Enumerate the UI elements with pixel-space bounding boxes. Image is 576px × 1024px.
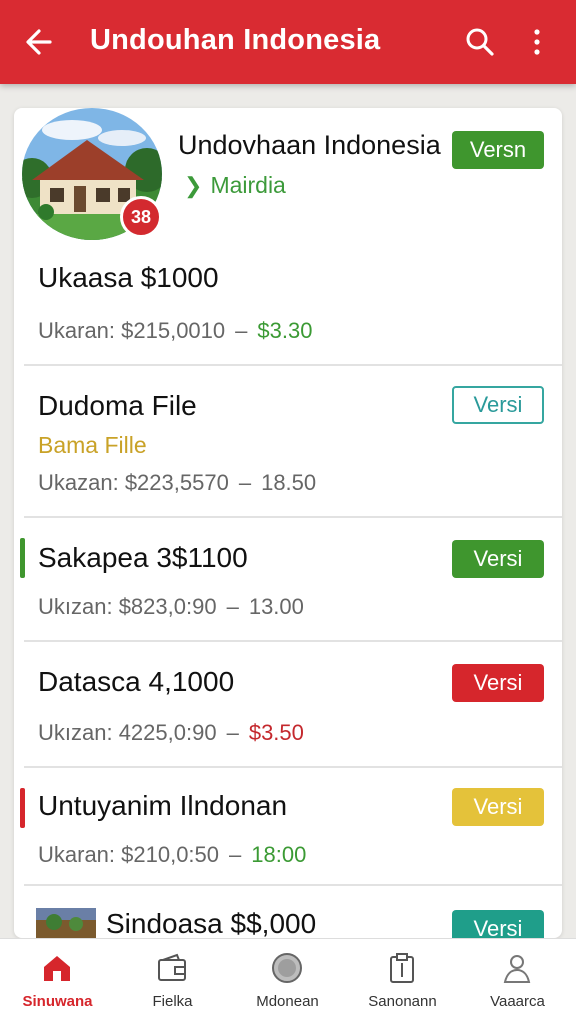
version-button[interactable]: Versi [452,788,544,826]
item-title: Dudoma File [38,390,197,421]
nav-label: Mdonean [256,993,319,1010]
notification-badge: 38 [120,196,162,238]
clipboard-icon [390,953,414,983]
item-subtitle: Bama Fille [38,432,147,458]
item-meta: Ukazan: $223,5570–18.50 [38,470,317,495]
divider [24,516,562,518]
search-icon[interactable] [460,22,500,62]
divider [24,364,562,366]
nav-item-profile[interactable]: Vaaarca [460,939,575,1024]
status-accent [20,788,25,828]
header-title: Undovhaan Indonesia [178,130,441,160]
coin-icon [272,953,302,983]
item-amount: 18:00 [251,842,307,867]
item-title: Ukaasa $1000 [38,262,219,293]
app-header: 38 Undovhaan Indonesia ❯ Mairdia Versn [14,108,562,248]
item-title: Datasca 4,1000 [38,666,235,697]
item-title: Sakapea 3$1100 [38,542,248,573]
item-meta: Ukaran: $210,0:50–18:00 [38,842,307,867]
divider [24,884,562,886]
version-button[interactable]: Versi [452,664,544,702]
item-amount: $3.30 [257,318,313,343]
nav-label: Sinuwana [22,993,93,1010]
home-icon [44,956,70,981]
content-card: 38 Undovhaan Indonesia ❯ Mairdia Versn Uk… [14,108,562,938]
nav-label: Vaaarca [490,993,545,1010]
nav-label: Fielka [152,993,193,1010]
item-meta: Ukızan: 4225,0:90– $3.50 [38,720,304,745]
status-accent [20,538,25,578]
nav-item-wallet[interactable]: Fielka [115,939,230,1024]
nav-item-home[interactable]: Sinuwana [0,939,115,1024]
item-title: Untuyanim Ilndonan [38,790,288,821]
item-amount: 13.00 [248,594,304,619]
version-button[interactable]: Versi [452,540,544,578]
more-vert-icon[interactable] [520,22,554,62]
profile-icon [503,955,531,983]
item-meta: Ukaran: $215,0010– $3.30 [38,318,313,343]
version-button[interactable]: Versn [452,131,544,169]
header-subtitle-link[interactable]: ❯ Mairdia [184,172,286,199]
item-thumbnail [36,908,96,938]
app-title: Undouhan Indonesia [90,24,381,56]
divider [24,766,562,768]
bottom-navigation: Sinuwana Fielka Mdonean Sanonann Vaaarca [0,938,576,1024]
nav-label: Sanonann [368,993,437,1010]
item-amount: 18.50 [261,470,317,495]
wallet-icon [158,953,186,981]
divider [24,640,562,642]
app-bar: Undouhan Indonesia [0,0,576,84]
version-button[interactable]: Versi [452,386,544,424]
back-arrow-icon[interactable] [20,22,60,62]
version-button[interactable]: Versi [452,910,544,938]
nav-item-coin[interactable]: Mdonean [230,939,345,1024]
item-meta: Ukızan: $823,0:90–13.00 [38,594,304,619]
item-title: Sindoasa $$,000 [106,908,317,938]
chevron-right-icon: ❯ [184,173,203,198]
nav-item-clipboard[interactable]: Sanonann [345,939,460,1024]
item-amount: $3.50 [248,720,304,745]
